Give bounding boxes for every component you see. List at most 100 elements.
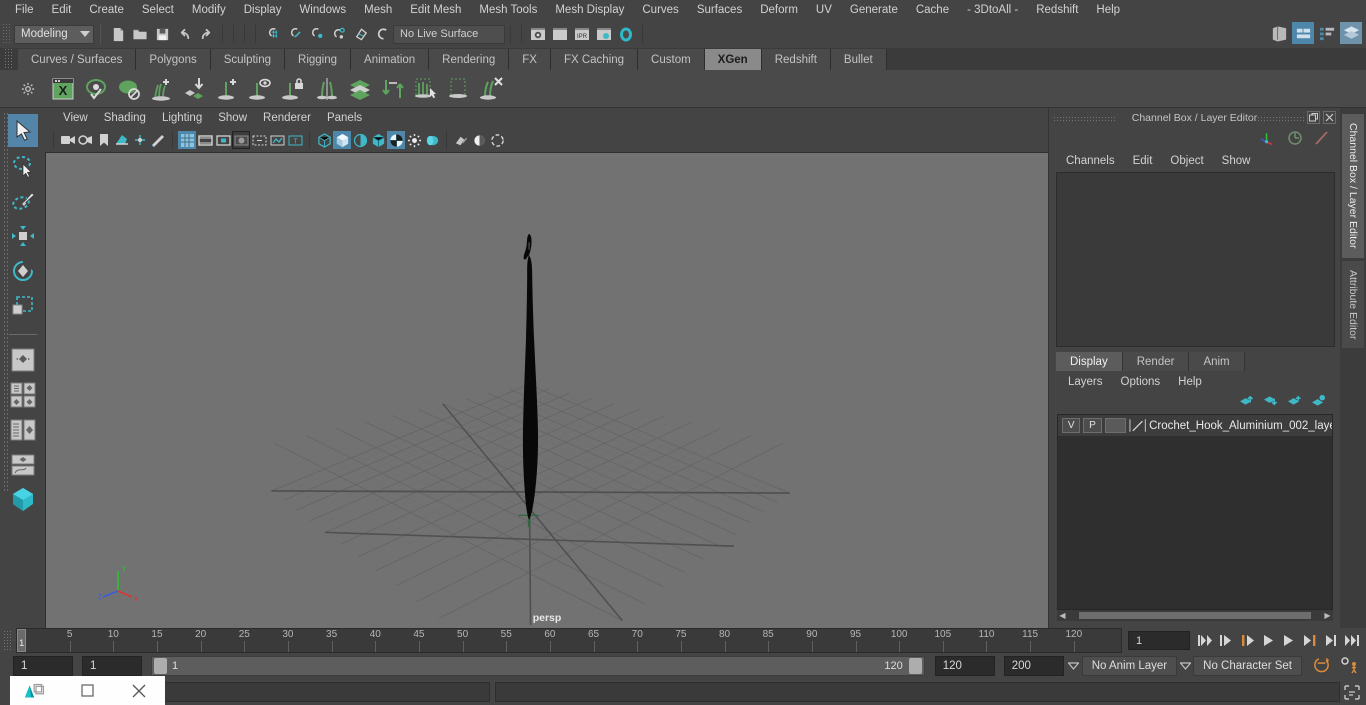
range-slider-bar[interactable]: 1 120 xyxy=(151,656,925,676)
go-to-end-icon[interactable] xyxy=(1343,631,1361,650)
channel-menu-show[interactable]: Show xyxy=(1213,155,1260,167)
layer-name-label[interactable]: Crochet_Hook_Aluminium_002_layer xyxy=(1149,420,1332,432)
four-view-layout[interactable] xyxy=(8,378,38,411)
xgen-preview-icon[interactable] xyxy=(79,73,112,105)
shelf-grip[interactable] xyxy=(4,48,14,70)
menu-curves[interactable]: Curves xyxy=(633,0,687,20)
viewport-menu-view[interactable]: View xyxy=(55,108,96,128)
ipr-render-icon[interactable]: IPR xyxy=(571,23,593,45)
xgen-delete-guide-icon[interactable] xyxy=(475,73,508,105)
shadows-icon[interactable] xyxy=(488,131,506,149)
snap-to-projected-center-icon[interactable] xyxy=(327,23,349,45)
undo-icon[interactable] xyxy=(173,23,195,45)
range-end-handle[interactable] xyxy=(908,658,922,674)
statusline-grip[interactable] xyxy=(2,23,11,45)
time-slider[interactable]: 1 5 10 15 20 25 30 35 40 45 50 55 60 65 70 75 80 85 90 95 1… xyxy=(16,628,1122,653)
menu-surfaces[interactable]: Surfaces xyxy=(688,0,751,20)
rotate-tool[interactable] xyxy=(8,254,38,287)
menu-create[interactable]: Create xyxy=(80,0,133,20)
create-empty-layer-icon[interactable] xyxy=(1287,394,1302,410)
speed-dial-icon[interactable] xyxy=(1287,130,1303,149)
character-set-dropdown-arrow[interactable] xyxy=(1177,656,1193,676)
maya-app-icon[interactable] xyxy=(10,676,62,705)
step-forward-keyframe-icon[interactable] xyxy=(1322,631,1340,650)
persp-graph-layout[interactable] xyxy=(8,448,38,481)
snap-to-view-plane-icon[interactable] xyxy=(349,23,371,45)
shelf-tab-animation[interactable]: Animation xyxy=(351,49,430,70)
panel-grip-left[interactable] xyxy=(1053,116,1115,121)
close-panel-icon[interactable] xyxy=(1323,111,1336,124)
live-surface-field[interactable]: No Live Surface xyxy=(393,24,505,44)
menu-windows[interactable]: Windows xyxy=(290,0,355,20)
viewport-menu-shading[interactable]: Shading xyxy=(96,108,154,128)
display-layer-row[interactable]: V P Crochet_Hook_Aluminium_002_layer xyxy=(1058,415,1332,436)
tool-settings-toggle-icon[interactable] xyxy=(1316,22,1338,44)
perspective-viewport[interactable]: y x z persp xyxy=(45,152,1048,628)
new-scene-icon[interactable] xyxy=(107,23,129,45)
sidebar-toggle-icon[interactable] xyxy=(1268,22,1290,44)
step-back-frame-icon[interactable] xyxy=(1238,631,1256,650)
shelf-tab-polygons[interactable]: Polygons xyxy=(136,49,211,70)
display-layer-list[interactable]: V P Crochet_Hook_Aluminium_002_layer xyxy=(1057,414,1333,610)
resolution-gate-icon[interactable] xyxy=(214,131,232,149)
shelf-tab-redshift[interactable]: Redshift xyxy=(761,49,831,70)
move-tool[interactable] xyxy=(8,219,38,252)
image-plane-icon[interactable] xyxy=(113,131,131,149)
toolbox-grip[interactable] xyxy=(3,112,9,492)
viewport-menu-lighting[interactable]: Lighting xyxy=(154,108,210,128)
script-editor-icon[interactable] xyxy=(1341,682,1363,702)
play-backwards-icon[interactable] xyxy=(1259,631,1277,650)
xgen-region-icon[interactable] xyxy=(442,73,475,105)
select-tool[interactable] xyxy=(7,114,38,147)
layer-visibility-toggle[interactable]: V xyxy=(1062,418,1081,433)
2d-pan-zoom-icon[interactable] xyxy=(131,131,149,149)
menu-select[interactable]: Select xyxy=(133,0,183,20)
step-back-keyframe-icon[interactable] xyxy=(1217,631,1235,650)
snap-to-curve-icon[interactable] xyxy=(283,23,305,45)
auto-keyframe-icon[interactable] xyxy=(1312,656,1331,677)
snap-to-point-icon[interactable] xyxy=(305,23,327,45)
go-to-start-icon[interactable] xyxy=(1196,631,1214,650)
layer-menu-options[interactable]: Options xyxy=(1112,376,1170,388)
manipulator-icon[interactable] xyxy=(1259,130,1276,149)
safe-action-icon[interactable] xyxy=(268,131,286,149)
xgen-select-region-icon[interactable] xyxy=(409,73,442,105)
layer-playback-toggle[interactable]: P xyxy=(1083,418,1102,433)
smooth-shading-icon[interactable] xyxy=(333,131,351,149)
shelf-tab-custom[interactable]: Custom xyxy=(638,49,705,70)
xgen-editor-icon[interactable]: X xyxy=(46,73,79,105)
range-start-handle[interactable] xyxy=(154,658,167,674)
xgen-layer-icon[interactable] xyxy=(343,73,376,105)
layer-tab-display[interactable]: Display xyxy=(1056,352,1123,371)
character-set-select[interactable]: No Character Set xyxy=(1193,656,1302,676)
hypershade-icon[interactable] xyxy=(615,23,637,45)
camera-attributes-icon[interactable] xyxy=(77,131,95,149)
lighting-all-icon[interactable] xyxy=(470,131,488,149)
menu-modify[interactable]: Modify xyxy=(183,0,235,20)
layer-tab-render[interactable]: Render xyxy=(1122,352,1190,371)
render-current-frame-icon[interactable] xyxy=(527,23,549,45)
range-end-field[interactable]: 120 xyxy=(934,656,995,676)
menu-file[interactable]: File xyxy=(6,0,43,20)
menu-generate[interactable]: Generate xyxy=(841,0,907,20)
xgen-mirror-guide-icon[interactable] xyxy=(310,73,343,105)
shelf-options-gear-icon[interactable] xyxy=(18,79,38,99)
outliner-persp-layout[interactable] xyxy=(8,413,38,446)
channel-box-list[interactable] xyxy=(1056,172,1335,347)
menu-help[interactable]: Help xyxy=(1087,0,1129,20)
xgen-convert-icon[interactable] xyxy=(376,73,409,105)
xray-icon[interactable] xyxy=(387,131,405,149)
create-layer-from-selected-icon[interactable] xyxy=(1311,394,1326,410)
menu-mesh[interactable]: Mesh xyxy=(355,0,401,20)
menu-edit[interactable]: Edit xyxy=(43,0,81,20)
scroll-left-icon[interactable]: ◀ xyxy=(1057,611,1068,620)
current-frame-field[interactable]: 1 xyxy=(1128,631,1190,650)
anim-layer-select[interactable]: No Anim Layer xyxy=(1081,656,1178,676)
vtab-attribute-editor[interactable]: Attribute Editor xyxy=(1342,260,1364,348)
animation-preferences-icon[interactable] xyxy=(1340,656,1360,677)
layer-menu-layers[interactable]: Layers xyxy=(1059,376,1112,388)
make-live-icon[interactable] xyxy=(371,23,393,45)
layer-tab-anim[interactable]: Anim xyxy=(1189,352,1245,371)
channel-menu-edit[interactable]: Edit xyxy=(1124,155,1162,167)
shelf-tab-xgen[interactable]: XGen xyxy=(704,49,762,70)
